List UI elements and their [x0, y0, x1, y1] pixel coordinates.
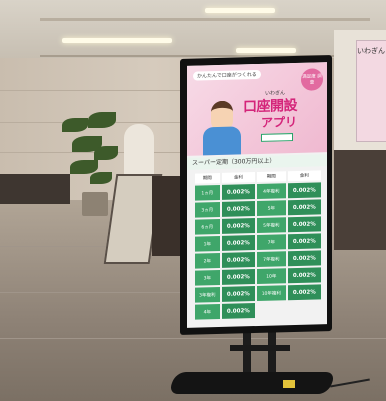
term-cell: 3年	[195, 269, 220, 286]
table-row: 3年複利 0.002% 10年複利 0.002%	[195, 284, 321, 303]
rate-cell: 0.002%	[287, 182, 321, 199]
rate-cell: 0.002%	[287, 284, 321, 301]
term-cell: 1ヵ月	[195, 184, 220, 201]
poster-label: いわぎん	[357, 47, 385, 55]
plant-leaf	[70, 160, 98, 174]
plant-pot	[82, 192, 108, 216]
floor-seam	[0, 338, 386, 339]
term-cell: 1年	[195, 235, 220, 252]
term-cell: 4年複利	[257, 183, 286, 199]
rate-table-header: 期間 金利 期間 金利	[195, 170, 321, 184]
yellow-tag	[283, 380, 295, 388]
header-term: 期間	[195, 172, 220, 184]
floor-seam	[0, 292, 190, 293]
rate-cell: 0.002%	[221, 184, 256, 200]
term-cell: 10年複利	[257, 285, 286, 301]
rate-cell: 0.002%	[221, 269, 256, 285]
banner-tagline: かんたんで口座がつくれる	[193, 69, 261, 81]
rate-cell: 0.002%	[221, 201, 256, 217]
wall-base-panel	[0, 174, 70, 204]
table-row: 1ヵ月 0.002% 4年複利 0.002%	[195, 182, 321, 201]
app-title-line2: アプリ	[261, 114, 298, 130]
stand-crossbar	[230, 345, 290, 351]
table-row: 1年 0.002% 7年 0.002%	[195, 233, 321, 252]
rate-cell: 0.002%	[287, 267, 321, 284]
app-banner: かんたんで口座がつくれる 満足度 調査 いわぎん 口座開設 アプリ	[187, 62, 327, 156]
rate-cell: 0.002%	[287, 199, 321, 216]
brochure-shelf	[334, 150, 386, 250]
table-row: 6ヵ月 0.002% 5年複利 0.002%	[195, 216, 321, 235]
table-row: 4年 0.002%	[195, 301, 321, 320]
ceiling-light	[205, 8, 275, 13]
rate-cell	[288, 301, 321, 317]
rate-cell: 0.002%	[287, 216, 321, 233]
term-cell	[257, 302, 285, 318]
plant-leaf	[88, 112, 116, 128]
rate-table: 期間 金利 期間 金利 1ヵ月 0.002% 4年複利 0.002% 3ヵ月 0.002%…	[193, 168, 323, 321]
table-row: 3ヵ月 0.002% 5年 0.002%	[195, 199, 321, 218]
rate-cell: 0.002%	[221, 286, 256, 302]
rate-cell: 0.002%	[221, 235, 256, 251]
term-cell: 5年複利	[257, 217, 286, 233]
plant-leaf	[94, 146, 118, 160]
term-cell: 7年	[257, 234, 286, 250]
banner-badge: 満足度 調査	[301, 68, 323, 91]
header-rate: 金利	[287, 170, 321, 182]
kiosk-screen: かんたんで口座がつくれる 満足度 調査 いわぎん 口座開設 アプリ スーパー定期…	[187, 62, 327, 328]
person-illustration-body	[203, 126, 241, 156]
rate-cell: 0.002%	[287, 233, 321, 250]
term-cell: 4年	[195, 303, 220, 320]
rate-cell: 0.002%	[221, 218, 256, 234]
term-cell: 10年	[257, 268, 286, 284]
bank-logo	[261, 133, 293, 142]
term-cell: 3ヵ月	[195, 201, 220, 218]
table-row: 3年 0.002% 10年 0.002%	[195, 267, 321, 286]
rate-cell: 0.002%	[221, 252, 256, 268]
table-row: 2年 0.002% 7年複利 0.002%	[195, 250, 321, 269]
term-cell: 3年複利	[195, 286, 220, 303]
term-cell: 7年複利	[257, 251, 286, 267]
header-term: 期間	[257, 171, 286, 182]
rate-table-title: スーパー定期（300万円以上）	[187, 154, 327, 170]
stand-base	[167, 372, 337, 394]
plant-leaf	[62, 118, 88, 132]
wall-seam	[0, 90, 190, 91]
term-cell: 6ヵ月	[195, 218, 220, 235]
photo-scene: いわぎん かんたんで口座がつくれる 満足度 調査 いわぎん 口座開設 アプリ ス…	[0, 0, 386, 401]
plant-leaf	[90, 172, 112, 184]
term-cell: 5年	[257, 200, 286, 216]
header-rate: 金利	[221, 172, 256, 183]
rate-cell: 0.002%	[221, 303, 256, 319]
ceiling-light	[236, 48, 296, 53]
rate-cell: 0.002%	[287, 250, 321, 267]
ceiling-light	[62, 38, 172, 43]
term-cell: 2年	[195, 252, 220, 269]
counter	[152, 176, 182, 256]
